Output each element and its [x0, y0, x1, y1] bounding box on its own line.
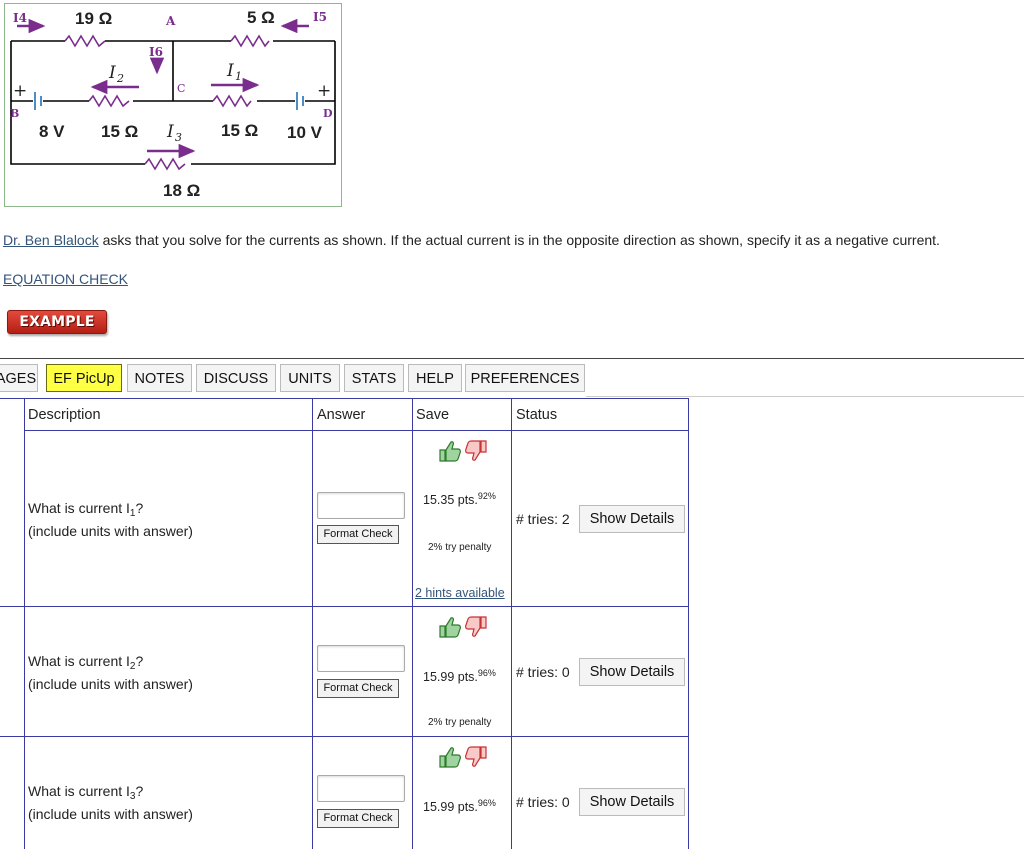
penalty-2: 2% try penalty: [428, 717, 492, 728]
label-i1: I: [226, 61, 234, 81]
show-details-button-2[interactable]: Show Details: [579, 658, 685, 686]
tries-3: # tries: 0: [516, 794, 570, 810]
format-check-button-3[interactable]: Format Check: [317, 809, 399, 828]
question-3-note: (include units with answer): [28, 806, 193, 822]
resistor-18: [144, 157, 186, 171]
label-r-top-left: 19 Ω: [75, 9, 112, 28]
show-details-button-3[interactable]: Show Details: [579, 788, 685, 816]
question-1-text: What is current I1?: [28, 500, 144, 519]
tab-stats[interactable]: STATS: [344, 364, 404, 392]
label-r-mid-left: 15 Ω: [101, 122, 138, 141]
answer-input-1[interactable]: [317, 492, 405, 519]
problem-text: asks that you solve for the currents as …: [98, 232, 940, 248]
tries-2: # tries: 0: [516, 664, 570, 680]
answer-input-2[interactable]: [317, 645, 405, 672]
question-2-text: What is current I2?: [28, 653, 144, 672]
thumbs-up-icon[interactable]: [439, 441, 461, 462]
resistors: [64, 34, 270, 171]
label-i6: I6: [149, 45, 163, 59]
author-link[interactable]: Dr. Ben Blalock: [3, 232, 99, 248]
label-plus-right: +: [317, 81, 331, 101]
resistor-15-right: [212, 94, 252, 108]
hints-link-1[interactable]: 2 hints available: [415, 586, 505, 600]
label-i2: I: [108, 63, 116, 83]
label-r-mid-right: 15 Ω: [221, 121, 258, 140]
wires: [10, 40, 336, 165]
label-i2-sub: 2: [116, 72, 124, 85]
label-i5: I5: [313, 10, 327, 24]
example-button[interactable]: EXAMPLE: [7, 310, 107, 334]
label-r-bottom: 18 Ω: [163, 181, 200, 200]
label-plus-left: +: [13, 81, 27, 101]
header-save: Save: [416, 407, 450, 423]
tab-help[interactable]: HELP: [408, 364, 462, 392]
label-r-top-right: 5 Ω: [247, 8, 275, 27]
points-3: 15.99 pts.96%: [423, 798, 496, 815]
thumbs-up-icon[interactable]: [439, 747, 461, 768]
tabbar-top-border: [0, 358, 1024, 359]
label-node-d: D: [323, 107, 333, 120]
label-v-left: 8 V: [39, 122, 65, 141]
label-i3: I: [166, 122, 174, 142]
points-2: 15.99 pts.96%: [423, 668, 496, 685]
tab-discuss[interactable]: DISCUSS: [196, 364, 276, 392]
format-check-button-1[interactable]: Format Check: [317, 525, 399, 544]
rating-icons-3: [439, 746, 487, 768]
tab-units[interactable]: UNITS: [280, 364, 340, 392]
header-description: Description: [28, 407, 101, 423]
thumbs-down-icon[interactable]: [465, 440, 487, 461]
format-check-button-2[interactable]: Format Check: [317, 679, 399, 698]
label-node-b: B: [10, 107, 19, 120]
tab-preferences[interactable]: PREFERENCES: [465, 364, 585, 392]
tries-1: # tries: 2: [516, 511, 570, 527]
label-v-right: 10 V: [287, 123, 323, 142]
label-i3-sub: 3: [175, 131, 182, 144]
tab-pages[interactable]: AGES: [0, 364, 38, 392]
resistor-19: [64, 34, 106, 48]
question-2-note: (include units with answer): [28, 676, 193, 692]
rating-icons-2: [439, 616, 487, 638]
show-details-button-1[interactable]: Show Details: [579, 505, 685, 533]
thumbs-down-icon[interactable]: [465, 746, 487, 767]
tabbar-bottom-border: [586, 396, 1024, 397]
label-node-c: C: [177, 82, 185, 95]
label-i4: I4: [13, 11, 27, 25]
rating-icons-1: [439, 440, 487, 462]
label-i1-sub: 1: [235, 70, 242, 83]
thumbs-down-icon[interactable]: [465, 616, 487, 637]
question-1-note: (include units with answer): [28, 523, 193, 539]
header-answer: Answer: [317, 407, 366, 423]
answer-input-3[interactable]: [317, 775, 405, 802]
equation-check-link[interactable]: EQUATION CHECK: [3, 271, 128, 287]
points-1: 15.35 pts.92%: [423, 491, 496, 508]
circuit-figure: I4 I5 I6 19 Ω 5 Ω A B C D + + I 2 I 1 I …: [4, 3, 342, 207]
header-status: Status: [516, 407, 558, 423]
resistor-5: [230, 34, 270, 48]
thumbs-up-icon[interactable]: [439, 617, 461, 638]
penalty-1: 2% try penalty: [428, 542, 492, 553]
circuit-diagram: I4 I5 I6 19 Ω 5 Ω A B C D + + I 2 I 1 I …: [10, 8, 336, 200]
problem-statement: Dr. Ben Blalock asks that you solve for …: [3, 232, 940, 248]
label-node-a: A: [165, 14, 176, 28]
tab-ef-picup[interactable]: EF PicUp: [46, 364, 122, 392]
tab-notes[interactable]: NOTES: [127, 364, 192, 392]
question-3-text: What is current I3?: [28, 783, 144, 802]
resistor-15-left: [88, 94, 130, 108]
